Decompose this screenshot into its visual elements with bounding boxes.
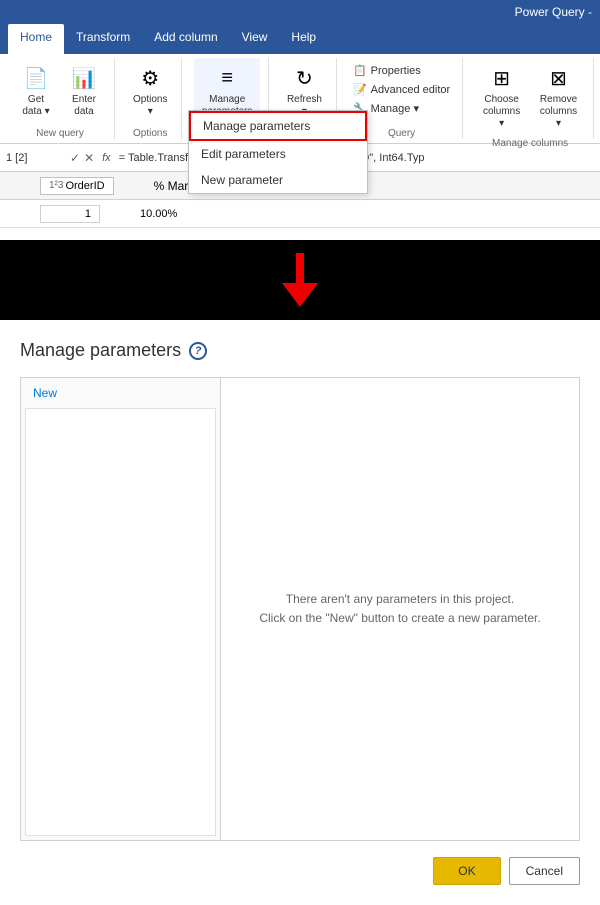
empty-message-2: Click on the "New" button to create a ne… — [259, 609, 540, 628]
advanced-editor-button[interactable]: 📝 Advanced editor — [349, 81, 454, 98]
remove-columns-label: Removecolumns ▾ — [538, 94, 579, 130]
cell-value: 1 — [85, 208, 91, 220]
edit-parameters-menu-item[interactable]: Edit parameters — [189, 141, 367, 167]
check-icon[interactable]: ✓ — [70, 151, 80, 165]
ribbon-group-new-query: 📄 Getdata ▾ 📊 Enterdata New query — [6, 58, 115, 139]
query-group-label: Query — [388, 124, 415, 139]
options-button[interactable]: ⚙ Options▾ — [127, 58, 173, 122]
column-name: OrderID — [65, 180, 104, 192]
tab-view[interactable]: View — [230, 24, 280, 54]
remove-columns-icon: ⊠ — [543, 62, 575, 94]
new-parameter-link[interactable]: New — [33, 386, 57, 400]
refresh-icon: ↻ — [288, 62, 320, 94]
properties-button[interactable]: 📋 Properties — [349, 62, 454, 79]
empty-message-1: There aren't any parameters in this proj… — [286, 590, 514, 609]
new-parameter-menu-item[interactable]: New parameter — [189, 167, 367, 193]
get-data-button[interactable]: 📄 Getdata ▾ — [14, 58, 58, 122]
param-list-body — [25, 408, 216, 836]
manage-parameters-icon: ≡ — [211, 62, 243, 94]
tab-add-column[interactable]: Add column — [142, 24, 229, 54]
get-data-icon: 📄 — [20, 62, 52, 94]
options-label: Options▾ — [133, 94, 167, 118]
param-list-header: New — [21, 378, 220, 408]
tab-home[interactable]: Home — [8, 24, 64, 54]
ribbon-group-options: ⚙ Options▾ Options — [119, 58, 182, 139]
arrow-head — [282, 283, 318, 307]
manage-parameters-menu-item[interactable]: Manage parameters — [189, 111, 367, 141]
tab-transform[interactable]: Transform — [64, 24, 142, 54]
cancel-formula-icon[interactable]: ✕ — [84, 151, 94, 165]
properties-icon: 📋 — [353, 64, 367, 77]
name-box[interactable]: 1 [2] — [6, 152, 66, 164]
manage-columns-label: Manage columns — [492, 134, 568, 149]
enter-data-label: Enterdata — [72, 94, 96, 118]
choose-columns-button[interactable]: ⊞ Choosecolumns ▾ — [475, 58, 528, 134]
properties-label: Properties — [371, 65, 421, 77]
new-query-label: New query — [36, 124, 84, 139]
param-detail-panel: There aren't any parameters in this proj… — [221, 378, 579, 840]
fx-label: fx — [102, 152, 111, 164]
sheet-data-row: 1 10.00% — [0, 200, 600, 228]
ribbon-group-manage-columns: ⊞ Choosecolumns ▾ ⊠ Removecolumns ▾ Mana… — [467, 58, 594, 139]
advanced-editor-label: Advanced editor — [371, 84, 451, 96]
advanced-editor-icon: 📝 — [353, 83, 367, 96]
margin-value: 10.00% — [140, 208, 177, 220]
remove-columns-button[interactable]: ⊠ Removecolumns ▾ — [532, 58, 585, 134]
ok-button[interactable]: OK — [433, 857, 500, 885]
app-title: Power Query - — [515, 5, 592, 19]
ribbon: 📄 Getdata ▾ 📊 Enterdata New query ⚙ Opti… — [0, 54, 600, 144]
dialog-area: Manage parameters ? New There aren't any… — [0, 320, 600, 905]
dialog-title-row: Manage parameters ? — [20, 340, 580, 361]
dialog-body: New There aren't any parameters in this … — [20, 377, 580, 841]
title-bar: Power Query - — [0, 0, 600, 24]
choose-columns-label: Choosecolumns ▾ — [481, 94, 522, 130]
options-icon: ⚙ — [134, 62, 166, 94]
enter-data-icon: 📊 — [68, 62, 100, 94]
tab-bar: Home Transform Add column View Help — [0, 24, 600, 54]
red-arrow — [282, 253, 318, 307]
arrow-area — [0, 240, 600, 320]
manage-label: Manage ▾ — [371, 102, 419, 115]
options-group-label: Options — [133, 124, 167, 139]
help-icon[interactable]: ? — [189, 342, 207, 360]
arrow-shaft — [296, 253, 304, 283]
column-type-icon: 1²3 — [49, 180, 63, 191]
manage-parameters-dropdown: Manage parameters Edit parameters New pa… — [188, 110, 368, 194]
dialog-footer: OK Cancel — [20, 841, 580, 885]
choose-columns-icon: ⊞ — [486, 62, 518, 94]
enter-data-button[interactable]: 📊 Enterdata — [62, 58, 106, 122]
param-list-panel: New — [21, 378, 221, 840]
cancel-button[interactable]: Cancel — [509, 857, 580, 885]
get-data-label: Getdata ▾ — [22, 94, 49, 118]
dialog-title: Manage parameters — [20, 340, 181, 361]
tab-help[interactable]: Help — [279, 24, 328, 54]
